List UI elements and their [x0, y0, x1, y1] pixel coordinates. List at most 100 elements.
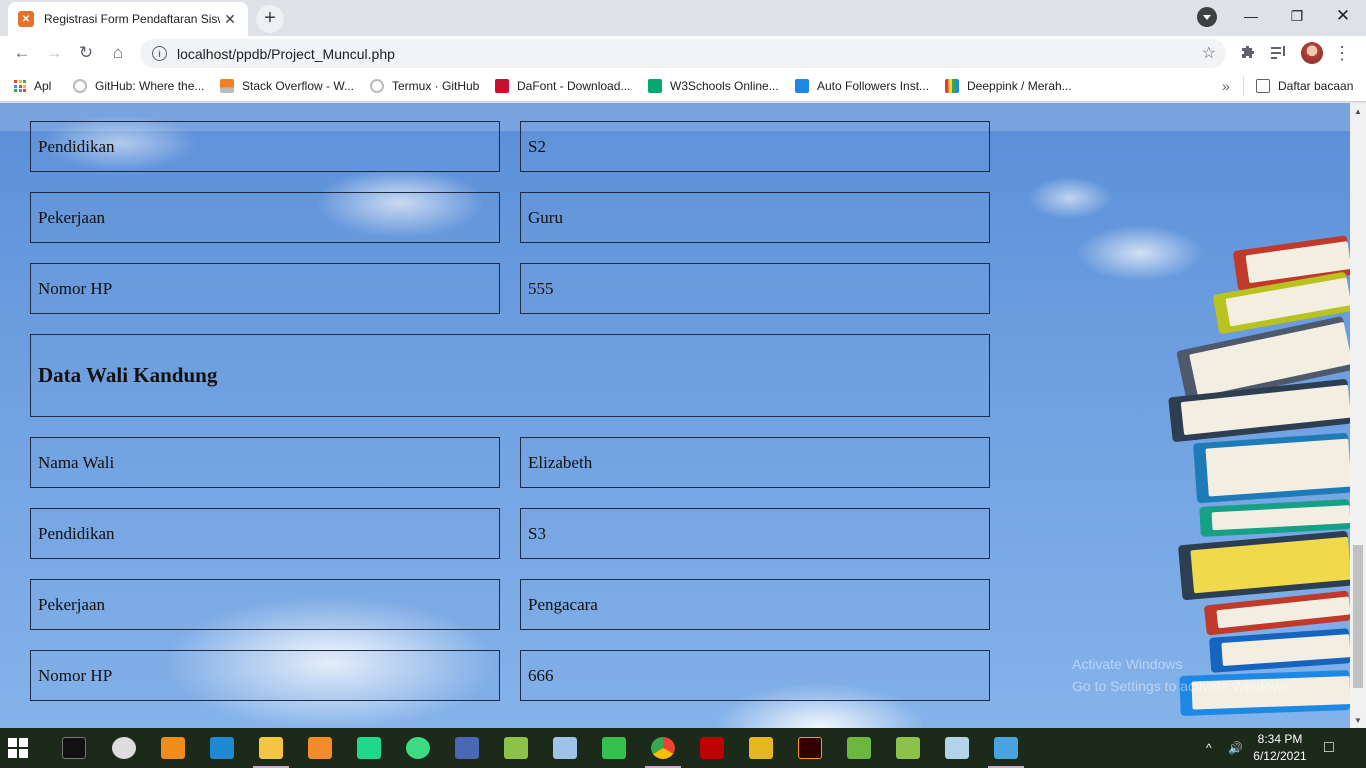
vscode-icon[interactable]	[202, 732, 242, 764]
terminal-icon[interactable]	[54, 732, 94, 764]
bookmark-deeppink[interactable]: Deeppink / Merah...	[945, 76, 1072, 96]
cube-icon	[795, 79, 809, 93]
illustrator-icon[interactable]	[790, 732, 830, 764]
page-viewport: Pendidikan S2 Pekerjaan Guru Nomor HP 55…	[0, 103, 1350, 728]
separator	[1243, 76, 1244, 96]
line-app-icon[interactable]	[594, 732, 634, 764]
color-bars-icon	[945, 79, 959, 93]
android-emulator-icon[interactable]	[888, 732, 928, 764]
more-bookmarks-chevron-icon[interactable]: »	[1222, 76, 1230, 96]
notification-center-icon[interactable]: □	[1324, 728, 1334, 768]
bookmark-apps[interactable]: Apl	[14, 76, 51, 96]
field-label: Pekerjaan	[30, 192, 500, 243]
tab-search-button[interactable]	[1197, 7, 1217, 27]
field-label: Pekerjaan	[30, 579, 500, 630]
bookmark-label: Apl	[34, 79, 52, 93]
layers-app-icon[interactable]	[839, 732, 879, 764]
activate-windows-watermark: Activate Windows Go to Settings to activ…	[1072, 653, 1293, 697]
xampp-icon: ✕	[18, 11, 34, 27]
books-stack-image	[1150, 203, 1350, 728]
minimize-button[interactable]: —	[1228, 0, 1274, 32]
clock-time: 8:34 PM	[1257, 732, 1303, 746]
new-tab-button[interactable]: +	[256, 5, 284, 33]
field-value: Guru	[520, 192, 990, 243]
dafont-icon	[495, 79, 509, 93]
show-hidden-icons-chevron-icon[interactable]: ^	[1206, 728, 1212, 768]
star-app-icon[interactable]	[741, 732, 781, 764]
url-text[interactable]: localhost/ppdb/Project_Muncul.php	[177, 46, 395, 62]
filezilla-icon[interactable]	[692, 732, 732, 764]
stackoverflow-icon	[220, 79, 234, 93]
field-label: Nomor HP	[30, 263, 500, 314]
sublime-text-icon[interactable]	[153, 732, 193, 764]
bookmark-star-icon[interactable]: ☆	[1202, 43, 1216, 63]
close-tab-icon[interactable]: ✕	[222, 11, 238, 28]
windows-taskbar: ^ 🔊 8:34 PM 6/12/2021 □	[0, 728, 1366, 768]
tab-title: Registrasi Form Pendaftaran Siswa	[44, 12, 220, 26]
menu-kebab-icon[interactable]: ⋮	[1331, 42, 1353, 64]
media-control-icon[interactable]	[1268, 42, 1290, 64]
section-title-wali: Data Wali Kandung	[30, 334, 990, 417]
field-label: Pendidikan	[30, 508, 500, 559]
dev-cpp-icon[interactable]	[447, 732, 487, 764]
scroll-up-arrow-icon[interactable]: ▲	[1350, 103, 1366, 119]
field-value: 555	[520, 263, 990, 314]
bookmark-termux[interactable]: Termux · GitHub	[370, 76, 479, 96]
bookmark-stackoverflow[interactable]: Stack Overflow - W...	[220, 76, 354, 96]
bookmark-label: Stack Overflow - W...	[242, 79, 355, 93]
vertical-scrollbar[interactable]: ▲ ▼	[1350, 103, 1366, 728]
tab-strip: ✕ Registrasi Form Pendaftaran Siswa ✕ + …	[0, 0, 1366, 36]
reading-list-icon	[1256, 79, 1270, 93]
reading-list-label: Daftar bacaan	[1278, 79, 1354, 93]
close-window-button[interactable]: ✕	[1320, 0, 1366, 32]
xampp-icon[interactable]	[300, 732, 340, 764]
field-value: Pengacara	[520, 579, 990, 630]
profile-avatar[interactable]	[1301, 42, 1323, 64]
image-viewer-icon[interactable]	[986, 732, 1026, 768]
info-icon[interactable]: i	[152, 46, 167, 61]
bookmark-label: GitHub: Where the...	[95, 79, 205, 93]
reading-list-button[interactable]: Daftar bacaan	[1256, 76, 1353, 96]
forward-arrow-icon[interactable]: →	[41, 40, 67, 66]
field-value: 666	[520, 650, 990, 701]
browser-tab[interactable]: ✕ Registrasi Form Pendaftaran Siswa ✕	[8, 2, 248, 36]
reload-icon[interactable]: ↻	[73, 40, 99, 66]
bookmark-auto-followers[interactable]: Auto Followers Inst...	[795, 76, 929, 96]
back-arrow-icon[interactable]: ←	[9, 40, 35, 66]
field-label: Pendidikan	[30, 121, 500, 172]
bookmark-label: Auto Followers Inst...	[817, 79, 930, 93]
extensions-icon[interactable]	[1237, 42, 1259, 64]
bookmark-label: W3Schools Online...	[670, 79, 779, 93]
scroll-down-arrow-icon[interactable]: ▼	[1350, 712, 1366, 728]
github-icon	[370, 79, 384, 93]
w3schools-icon	[648, 79, 662, 93]
bookmark-label: Termux · GitHub	[392, 79, 480, 93]
field-value: S3	[520, 508, 990, 559]
bookmark-label: Deeppink / Merah...	[967, 79, 1072, 93]
android-studio-icon[interactable]	[398, 732, 438, 764]
restore-button[interactable]: ❐	[1274, 0, 1320, 32]
scroll-thumb[interactable]	[1353, 545, 1363, 688]
virtualbox-icon[interactable]	[545, 732, 585, 764]
github-icon	[73, 79, 87, 93]
bookmarks-bar: Apl GitHub: Where the... Stack Overflow …	[0, 70, 1366, 102]
browser-toolbar: ← → ↻ ⌂ i localhost/ppdb/Project_Muncul.…	[0, 36, 1366, 70]
bookmark-dafont[interactable]: DaFont - Download...	[495, 76, 630, 96]
volume-icon[interactable]: 🔊	[1228, 728, 1243, 768]
clock-date: 6/12/2021	[1253, 749, 1307, 763]
spreadsheet-icon[interactable]	[496, 732, 536, 764]
paint-icon[interactable]	[104, 732, 144, 764]
bookmark-github[interactable]: GitHub: Where the...	[73, 76, 204, 96]
field-label: Nama Wali	[30, 437, 500, 488]
taskbar-clock[interactable]: 8:34 PM 6/12/2021	[1250, 731, 1310, 765]
file-explorer-icon[interactable]	[251, 732, 291, 768]
pycharm-icon[interactable]	[349, 732, 389, 764]
watermark-line: Activate Windows	[1072, 656, 1183, 672]
notes-app-icon[interactable]	[937, 732, 977, 764]
home-icon[interactable]: ⌂	[105, 40, 131, 66]
windows-start-icon[interactable]	[8, 738, 28, 758]
bookmark-w3schools[interactable]: W3Schools Online...	[648, 76, 779, 96]
apps-grid-icon	[14, 80, 26, 92]
chrome-icon[interactable]	[643, 732, 683, 768]
address-bar[interactable]: i localhost/ppdb/Project_Muncul.php ☆	[140, 39, 1226, 68]
